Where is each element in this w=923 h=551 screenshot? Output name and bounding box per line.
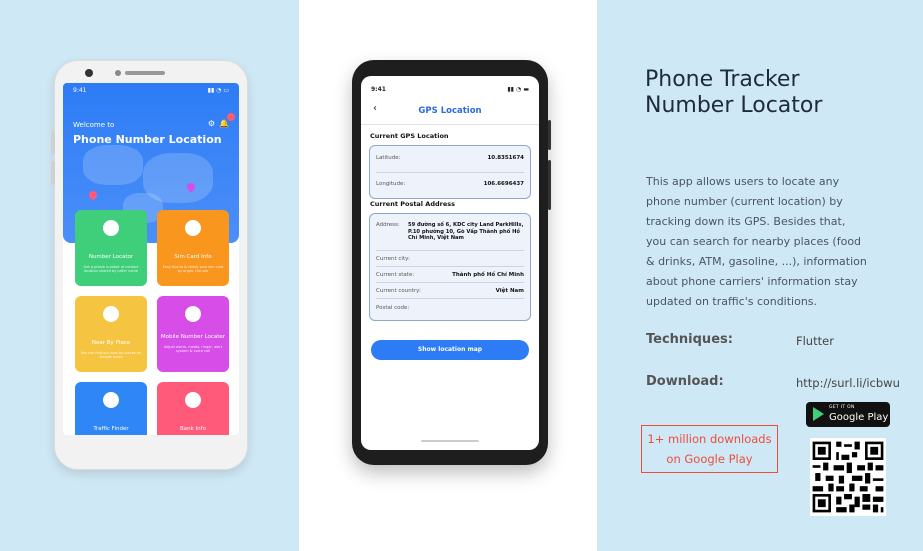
bank-icon [185, 392, 201, 408]
tile-title: Sim Card Info [174, 254, 212, 260]
latitude-value: 10.8351674 [487, 155, 524, 161]
app-title: Phone Number Location [73, 133, 222, 146]
bell-icon[interactable]: 🔔 [219, 119, 229, 128]
gps-card: Latitude: 10.8351674 Longitude: 106.6696… [369, 145, 531, 199]
state-row: Current state: Thành phố Hồ Chí Minh [376, 272, 524, 278]
tile-desc: You can find out near by places on Googl… [80, 350, 142, 359]
divider [376, 172, 524, 173]
state-label: Current state: [376, 272, 415, 278]
status-time: 9:41 [73, 87, 87, 94]
techniques-label: Techniques: [646, 332, 733, 347]
address-label: Address: [376, 222, 400, 228]
power-button [548, 120, 551, 150]
tile-near-by-place[interactable]: Near By Place You can find out near by p… [75, 296, 147, 372]
postal-code-label: Postal code: [376, 305, 410, 311]
divider [376, 298, 524, 299]
tile-title: Traffic Finder [93, 426, 129, 432]
traffic-light-icon [103, 392, 119, 408]
product-title-line1: Phone Tracker [645, 67, 800, 92]
home-screen-phone: 9:41 ▮▮ ◔ ▭ Welcome to Phone Number Loca… [51, 60, 248, 470]
notification-badge [227, 113, 235, 121]
city-row: Current city: [376, 256, 524, 262]
gps-screen: 9:41 ▮▮ ◔ ▬ ‹ GPS Location Current GPS L… [361, 76, 539, 450]
home-screen: 9:41 ▮▮ ◔ ▭ Welcome to Phone Number Loca… [63, 83, 239, 435]
signal-wifi-battery-icons: ▮▮ ◔ ▭ [207, 87, 229, 94]
tile-number-locator[interactable]: Number Locator Get a phone number of con… [75, 210, 147, 286]
download-link[interactable]: http://surl.li/icbwu [796, 376, 900, 390]
address-value: 59 đường số 6, KDC city Land ParkHills, … [408, 222, 524, 241]
postal-code-row: Postal code: [376, 305, 524, 311]
country-row: Current country: Việt Nam [376, 288, 524, 294]
tile-title: Near By Place [91, 340, 131, 346]
tile-title: Bank Info [180, 426, 206, 432]
tile-title: Mobile Number Locater [160, 334, 226, 340]
home-indicator [421, 440, 479, 442]
tile-sim-card-info[interactable]: Sim Card Info Easy tips to & check your … [157, 210, 229, 286]
sim-card-icon [185, 220, 201, 236]
status-bar: 9:41 ▮▮ ◔ ▬ [371, 86, 529, 93]
earpiece-speaker [125, 71, 165, 75]
front-camera [85, 69, 93, 77]
divider [361, 124, 539, 125]
gplay-small-text: GET IT ON [829, 405, 855, 410]
qr-code[interactable] [810, 438, 886, 516]
divider [376, 266, 524, 267]
gplay-big-text: Google Play [829, 412, 889, 423]
status-bar: 9:41 ▮▮ ◔ ▭ [73, 87, 229, 94]
map-icon [103, 220, 119, 236]
badge-line1: 1+ million downloads [647, 432, 772, 446]
gps-location-phone: 9:41 ▮▮ ◔ ▬ ‹ GPS Location Current GPS L… [352, 60, 551, 465]
country-label: Current country: [376, 288, 421, 294]
state-value: Thành phố Hồ Chí Minh [452, 272, 524, 278]
tile-title: Number Locator [88, 254, 134, 260]
divider [376, 250, 524, 251]
gear-icon[interactable]: ⚙ [208, 119, 215, 128]
volume-button [51, 161, 55, 185]
longitude-row: Longitude: 106.6696437 [376, 181, 524, 187]
section-title-gps: Current GPS Location [370, 132, 449, 140]
product-description: This app allows users to locate any phon… [646, 175, 867, 308]
downloads-badge: 1+ million downloads on Google Play [641, 425, 778, 473]
postal-card: Address: 59 đường số 6, KDC city Land Pa… [369, 213, 531, 321]
play-store-icon [813, 407, 824, 421]
tile-desc: Easy tips to & check your sim card by or… [162, 264, 224, 273]
volume-button [548, 160, 551, 210]
longitude-value: 106.6696437 [483, 181, 524, 187]
latitude-label: Latitude: [376, 155, 401, 161]
tile-bank-info[interactable]: Bank Info [157, 382, 229, 435]
page-title: GPS Location [418, 106, 482, 116]
volume-button [51, 131, 55, 155]
google-play-button[interactable]: GET IT ON Google Play [806, 402, 890, 427]
tile-desc: Get a phone number of contact location s… [83, 264, 139, 273]
latitude-row: Latitude: 10.8351674 [376, 155, 524, 161]
country-value: Việt Nam [495, 288, 524, 294]
section-title-postal: Current Postal Address [370, 200, 455, 208]
status-time: 9:41 [371, 86, 386, 93]
tile-mobile-number-locater[interactable]: Mobile Number Locater Adjust alarm, medi… [157, 296, 229, 372]
product-title-line2: Number Locator [645, 93, 823, 118]
tile-traffic-finder[interactable]: Traffic Finder [75, 382, 147, 435]
place-icon [103, 306, 119, 322]
techniques-value: Flutter [796, 334, 834, 348]
welcome-text: Welcome to [73, 121, 115, 129]
world-map [83, 145, 143, 185]
download-label: Download: [646, 374, 724, 389]
city-label: Current city: [376, 256, 410, 262]
tile-desc: Adjust alarm, media, ringer, alert syste… [163, 344, 223, 353]
signal-wifi-battery-icons: ▮▮ ◔ ▬ [507, 86, 529, 93]
longitude-label: Longitude: [376, 181, 406, 187]
sensor [115, 70, 121, 76]
phone-icon [185, 306, 201, 322]
divider [376, 282, 524, 283]
badge-line2: on Google Play [666, 452, 753, 466]
product-title: Phone Tracker Number Locator [645, 67, 822, 119]
show-location-map-button[interactable]: Show location map [371, 340, 529, 360]
